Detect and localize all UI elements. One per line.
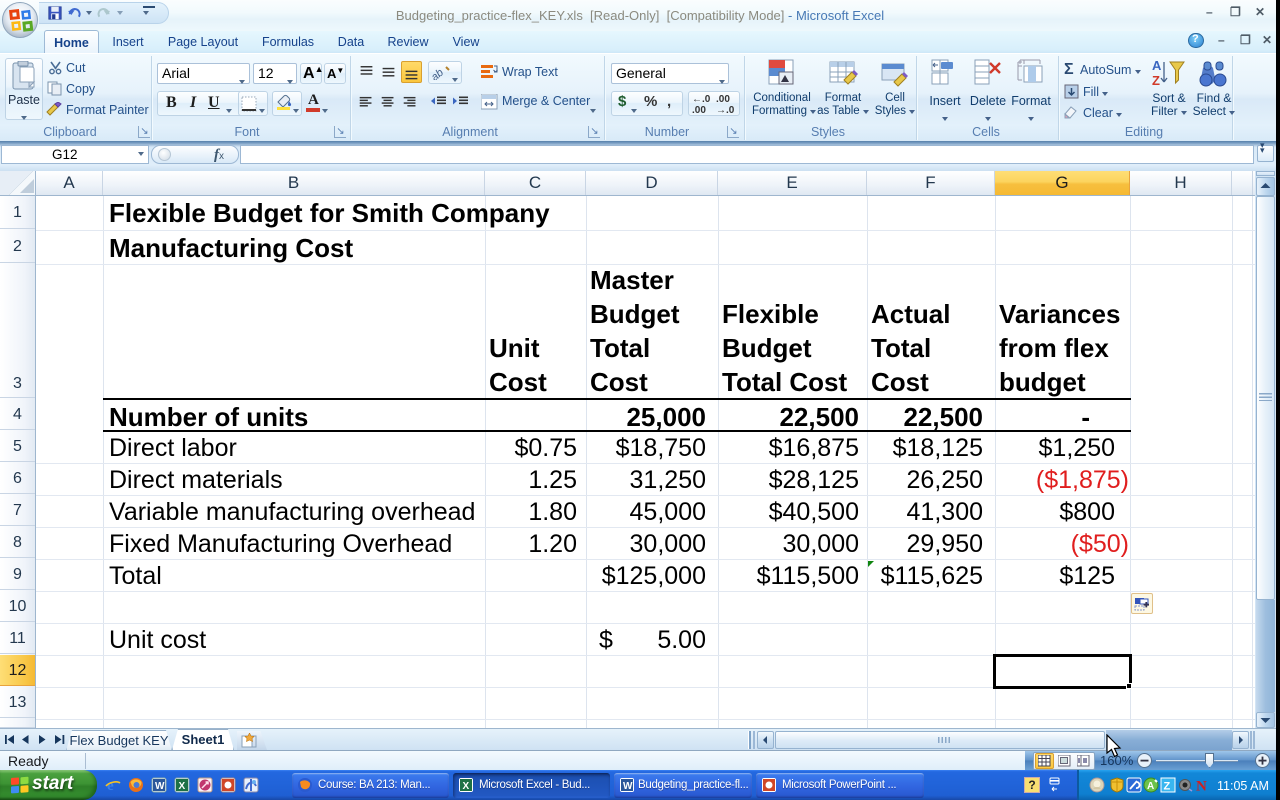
svg-text:W: W (155, 781, 165, 792)
svg-text:Z: Z (1164, 781, 1171, 793)
svg-text:X: X (463, 781, 470, 792)
svg-text:N: N (1196, 779, 1207, 794)
svg-text:e: e (107, 778, 114, 793)
svg-text:ab: ab (432, 67, 446, 80)
svg-text:Z: Z (1152, 73, 1160, 88)
svg-text:A: A (1147, 781, 1154, 792)
svg-text:W: W (623, 781, 633, 792)
svg-text:A: A (1152, 58, 1162, 73)
svg-text:X: X (179, 781, 186, 792)
